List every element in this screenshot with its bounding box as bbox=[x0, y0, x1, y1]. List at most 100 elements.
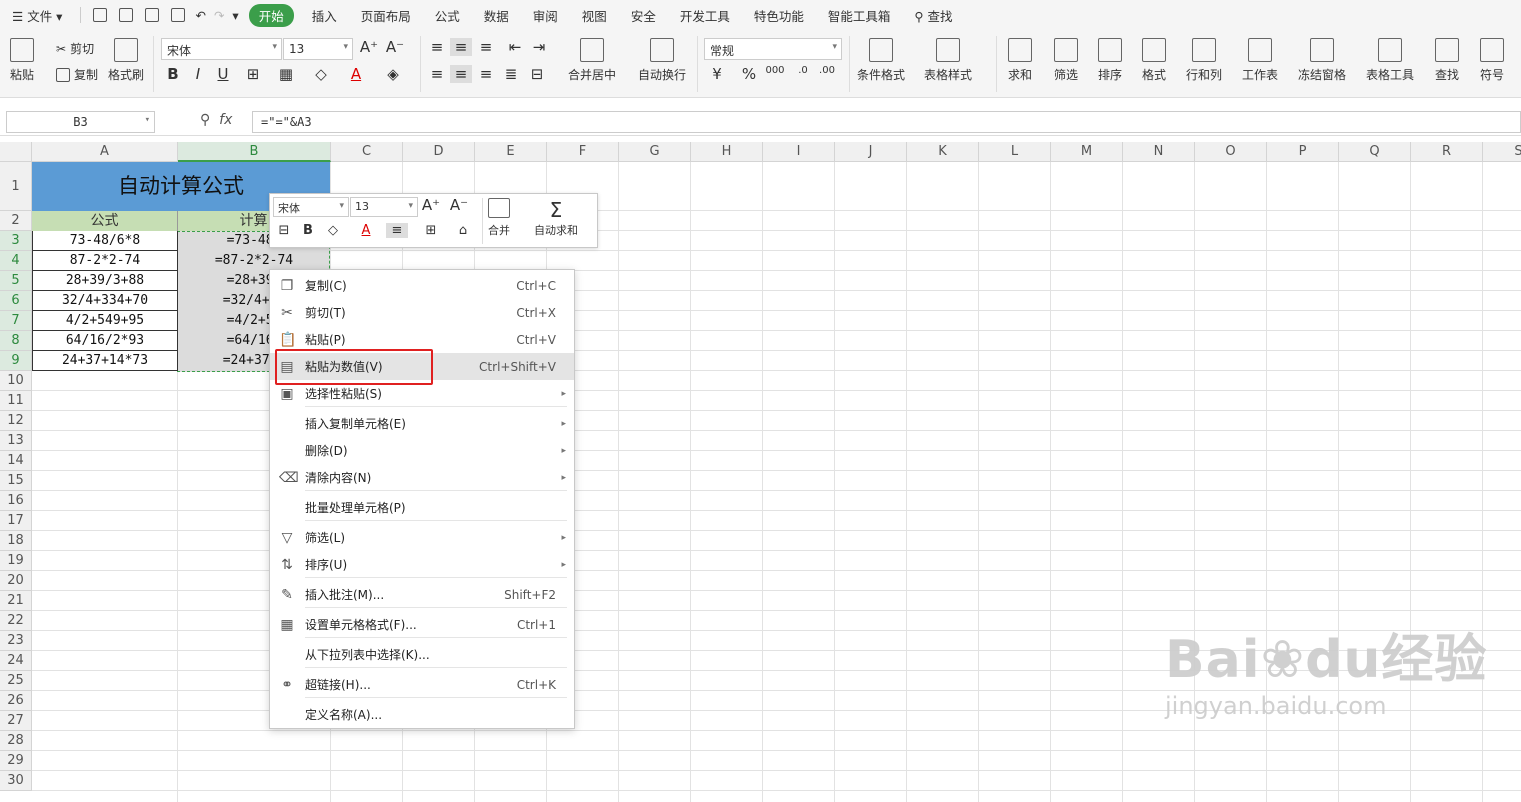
search-button[interactable]: ⚲ 查找 bbox=[902, 6, 964, 25]
tab-insert[interactable]: 插入 bbox=[300, 6, 349, 25]
row-header-15[interactable]: 15 bbox=[0, 471, 32, 491]
row-header-10[interactable]: 10 bbox=[0, 371, 32, 391]
cell-a4[interactable]: 87-2*2-74 bbox=[32, 251, 178, 271]
menu-item-1[interactable]: ❐ 复制(C) Ctrl+C bbox=[270, 272, 574, 299]
row-header-7[interactable]: 7 bbox=[0, 311, 32, 331]
italic-icon[interactable]: I bbox=[187, 65, 209, 83]
increase-font-icon[interactable]: A⁺ bbox=[358, 38, 380, 56]
align-bottom-icon[interactable]: ≡ bbox=[475, 38, 497, 56]
clear-format-icon[interactable]: ◈ bbox=[382, 65, 404, 83]
column-header-o[interactable]: O bbox=[1195, 142, 1267, 162]
font-size-select[interactable]: 13 bbox=[283, 38, 353, 60]
row-header-24[interactable]: 24 bbox=[0, 651, 32, 671]
formula-input[interactable]: ="="&A3 bbox=[252, 111, 1521, 133]
font-color-icon[interactable]: A bbox=[345, 65, 367, 83]
percent-icon[interactable]: % bbox=[738, 65, 760, 83]
indent-increase-icon[interactable]: ⇥ bbox=[528, 38, 550, 56]
row-header-1[interactable]: 1 bbox=[0, 162, 32, 211]
format-button[interactable]: 格式 bbox=[1142, 38, 1166, 83]
tab-developer[interactable]: 开发工具 bbox=[668, 6, 742, 25]
print-preview-icon[interactable] bbox=[171, 8, 186, 22]
mini-merge-button[interactable]: 合并 bbox=[488, 198, 510, 238]
row-header-26[interactable]: 26 bbox=[0, 691, 32, 711]
tab-view[interactable]: 视图 bbox=[570, 6, 619, 25]
row-header-3[interactable]: 3 bbox=[0, 231, 32, 251]
row-col-button[interactable]: 行和列 bbox=[1186, 38, 1222, 83]
name-box[interactable]: B3 bbox=[6, 111, 155, 133]
header-cell-a[interactable]: 公式 bbox=[32, 211, 178, 231]
quick-access-more-icon[interactable]: ▾ bbox=[228, 8, 242, 23]
column-header-k[interactable]: K bbox=[907, 142, 979, 162]
column-header-s[interactable]: S bbox=[1483, 142, 1521, 162]
tab-start[interactable]: 开始 bbox=[248, 3, 294, 27]
worksheet-button[interactable]: 工作表 bbox=[1242, 38, 1278, 83]
number-format-select[interactable]: 常规 bbox=[704, 38, 842, 60]
mini-align-center-icon[interactable]: ≡ bbox=[386, 223, 408, 238]
cut-button[interactable]: ✂ 剪切 bbox=[56, 40, 94, 57]
menu-item-10[interactable]: ▽ 筛选(L) ▸ bbox=[270, 524, 574, 551]
row-header-22[interactable]: 22 bbox=[0, 611, 32, 631]
row-header-23[interactable]: 23 bbox=[0, 631, 32, 651]
save-icon[interactable] bbox=[93, 8, 108, 22]
column-header-n[interactable]: N bbox=[1123, 142, 1195, 162]
column-header-q[interactable]: Q bbox=[1339, 142, 1411, 162]
merge-center-button[interactable]: 合并居中 bbox=[568, 38, 616, 83]
column-header-m[interactable]: M bbox=[1051, 142, 1123, 162]
table-tools-button[interactable]: 表格工具 bbox=[1366, 38, 1414, 83]
mini-increase-font-icon[interactable]: A⁺ bbox=[420, 196, 442, 214]
mini-wrap-icon[interactable]: ⊟ bbox=[273, 223, 295, 238]
export-icon[interactable] bbox=[119, 8, 134, 22]
select-all-corner[interactable] bbox=[0, 142, 32, 162]
justify-icon[interactable]: ≣ bbox=[500, 65, 522, 83]
menu-item-15[interactable]: ⚭ 超链接(H)... Ctrl+K bbox=[270, 671, 574, 698]
row-header-28[interactable]: 28 bbox=[0, 731, 32, 751]
align-middle-icon[interactable]: ≡ bbox=[450, 38, 472, 56]
row-header-27[interactable]: 27 bbox=[0, 711, 32, 731]
tab-security[interactable]: 安全 bbox=[619, 6, 668, 25]
menu-item-16[interactable]: 定义名称(A)... bbox=[270, 701, 574, 728]
file-menu[interactable]: ☰ 文件 ▾ bbox=[0, 6, 74, 25]
decrease-decimal-icon[interactable]: .00 bbox=[816, 65, 838, 76]
column-header-d[interactable]: D bbox=[403, 142, 475, 162]
tab-review[interactable]: 审阅 bbox=[521, 6, 570, 25]
thousands-icon[interactable]: 000 bbox=[764, 65, 786, 76]
menu-item-6[interactable]: 插入复制单元格(E) ▸ bbox=[270, 410, 574, 437]
print-icon[interactable] bbox=[145, 8, 160, 22]
mini-decrease-font-icon[interactable]: A⁻ bbox=[448, 196, 470, 214]
menu-item-2[interactable]: ✂ 剪切(T) Ctrl+X bbox=[270, 299, 574, 326]
redo-icon[interactable]: ↷ bbox=[210, 8, 228, 23]
column-header-i[interactable]: I bbox=[763, 142, 835, 162]
row-header-16[interactable]: 16 bbox=[0, 491, 32, 511]
align-left-icon[interactable]: ≡ bbox=[426, 65, 448, 83]
tab-formulas[interactable]: 公式 bbox=[423, 6, 472, 25]
underline-icon[interactable]: U bbox=[212, 65, 234, 83]
cell-b4[interactable]: =87-2*2-74 bbox=[178, 251, 330, 271]
sum-button[interactable]: 求和 bbox=[1008, 38, 1032, 83]
undo-icon[interactable]: ↶ bbox=[191, 8, 209, 23]
fill-color-icon[interactable]: ◇ bbox=[310, 65, 332, 83]
row-header-13[interactable]: 13 bbox=[0, 431, 32, 451]
format-painter-button[interactable]: 格式刷 bbox=[108, 38, 144, 83]
mini-font-select[interactable]: 宋体 bbox=[273, 197, 349, 217]
menu-item-13[interactable]: ▦ 设置单元格格式(F)... Ctrl+1 bbox=[270, 611, 574, 638]
cell-a3[interactable]: 73-48/6*8 bbox=[32, 231, 178, 251]
row-header-20[interactable]: 20 bbox=[0, 571, 32, 591]
decrease-font-icon[interactable]: A⁻ bbox=[384, 38, 406, 56]
symbol-button[interactable]: 符号 bbox=[1480, 38, 1504, 83]
tab-smart-tools[interactable]: 智能工具箱 bbox=[816, 6, 903, 25]
sort-button[interactable]: 排序 bbox=[1098, 38, 1122, 83]
tab-features[interactable]: 特色功能 bbox=[742, 6, 816, 25]
column-header-b[interactable]: B bbox=[178, 142, 331, 162]
column-header-g[interactable]: G bbox=[619, 142, 691, 162]
tab-page-layout[interactable]: 页面布局 bbox=[349, 6, 423, 25]
cell-a6[interactable]: 32/4+334+70 bbox=[32, 291, 178, 311]
row-header-5[interactable]: 5 bbox=[0, 271, 32, 291]
column-header-p[interactable]: P bbox=[1267, 142, 1339, 162]
cell-a7[interactable]: 4/2+549+95 bbox=[32, 311, 178, 331]
table-style-button[interactable]: 表格样式 bbox=[924, 38, 972, 83]
column-header-h[interactable]: H bbox=[691, 142, 763, 162]
row-header-25[interactable]: 25 bbox=[0, 671, 32, 691]
menu-item-14[interactable]: 从下拉列表中选择(K)... bbox=[270, 641, 574, 668]
increase-decimal-icon[interactable]: .0 bbox=[792, 65, 814, 76]
row-header-8[interactable]: 8 bbox=[0, 331, 32, 351]
